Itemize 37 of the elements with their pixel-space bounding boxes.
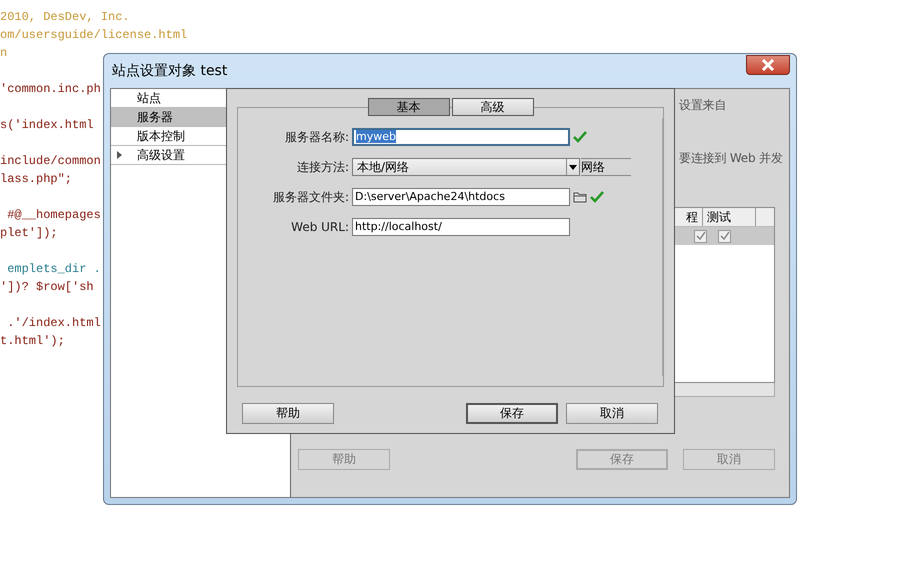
checkbox[interactable] bbox=[694, 230, 707, 242]
code-line: emplets_dir . bbox=[6, 261, 101, 278]
field-label: 连接方法: bbox=[296, 158, 349, 176]
code-line: t.html'); bbox=[0, 333, 65, 350]
dropdown[interactable]: 本地/网络 bbox=[352, 158, 580, 176]
column-header[interactable]: 测试 bbox=[703, 208, 756, 226]
folder-icon[interactable] bbox=[573, 191, 587, 203]
code-line: 2010, DesDev, Inc. bbox=[0, 9, 130, 26]
code-line: '])? $row['sh bbox=[0, 279, 94, 296]
code-line: include/common bbox=[0, 153, 101, 170]
input-field[interactable]: http://localhost/ bbox=[352, 218, 570, 236]
field-label: Web URL: bbox=[290, 220, 349, 234]
code-line: 'common.inc.ph bbox=[0, 81, 101, 98]
window-title: 站点设置对象 test bbox=[112, 62, 228, 80]
input-field[interactable]: myweb bbox=[352, 128, 570, 146]
code-line: n bbox=[0, 45, 8, 62]
description-text: 要连接到 Web 并发 bbox=[679, 150, 784, 167]
dialog-button[interactable]: 保存 bbox=[466, 403, 558, 424]
field-label: 服务器文件夹: bbox=[272, 188, 349, 206]
code-line: #@__homepages bbox=[6, 207, 101, 224]
dropdown-label: 网络 bbox=[581, 158, 631, 176]
code-line: plet']); bbox=[0, 225, 58, 242]
code-line: .'/index.html bbox=[6, 315, 101, 332]
tab[interactable]: 高级 bbox=[452, 98, 534, 116]
dialog-button[interactable]: 取消 bbox=[566, 403, 658, 424]
dialog-button[interactable]: 帮助 bbox=[242, 403, 334, 424]
expand-arrow-icon[interactable] bbox=[117, 151, 122, 159]
close-button[interactable] bbox=[746, 55, 790, 75]
checkbox[interactable] bbox=[718, 230, 731, 242]
caret-icon bbox=[566, 159, 579, 175]
close-icon bbox=[761, 59, 775, 71]
code-line: s('index.html bbox=[0, 117, 94, 134]
code-line: om/usersguide/license.html bbox=[0, 27, 188, 44]
tab[interactable]: 基本 bbox=[368, 98, 450, 116]
code-line: lass.php"; bbox=[0, 171, 72, 188]
description-text: 设置来自 bbox=[679, 97, 728, 114]
input-field[interactable]: D:\server\Apache24\htdocs bbox=[352, 188, 570, 206]
